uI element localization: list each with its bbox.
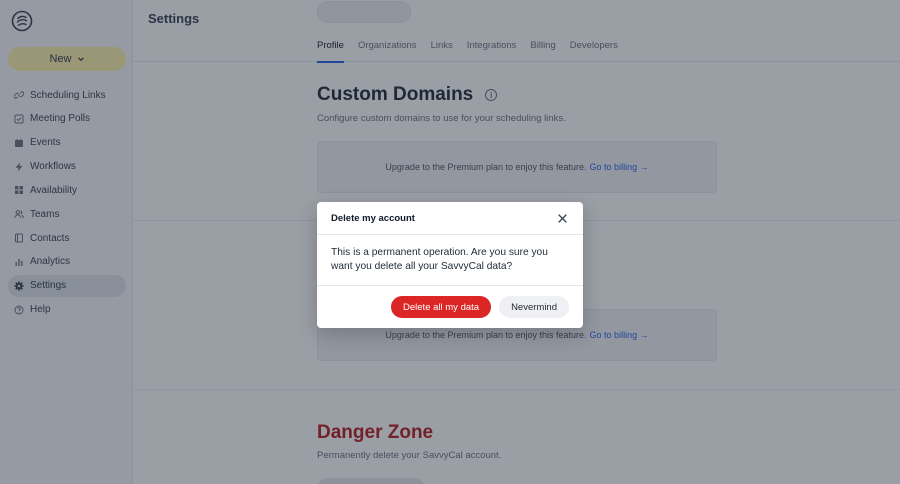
nevermind-button[interactable]: Nevermind (499, 296, 569, 318)
dialog-title: Delete my account (331, 212, 415, 224)
dialog-header: Delete my account (317, 202, 583, 235)
delete-all-data-button[interactable]: Delete all my data (391, 296, 492, 318)
dialog-body: This is a permanent operation. Are you s… (317, 235, 583, 286)
close-button[interactable] (555, 211, 569, 225)
close-icon (557, 213, 567, 223)
dialog-footer: Delete all my data Nevermind (317, 286, 583, 328)
delete-account-dialog: Delete my account This is a permanent op… (317, 202, 583, 328)
